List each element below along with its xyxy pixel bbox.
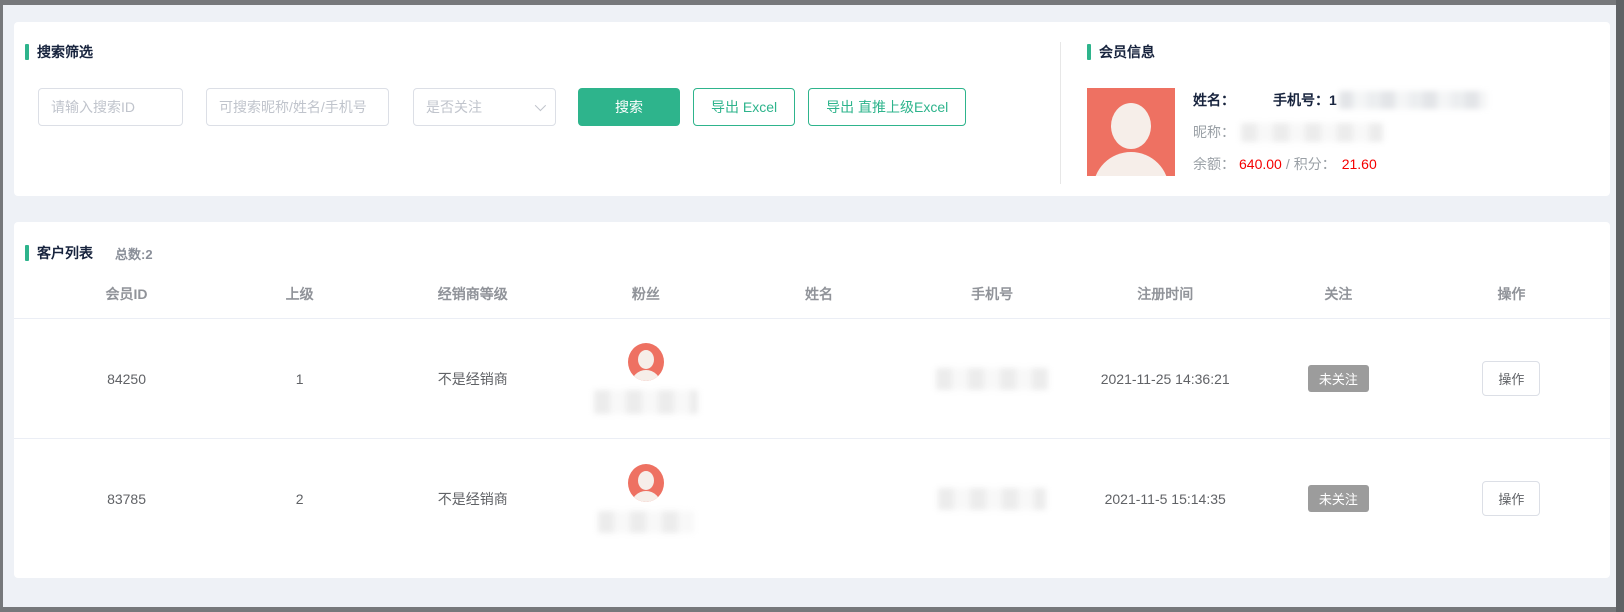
cell-follow: 未关注 <box>1252 485 1425 512</box>
col-header-fans: 粉丝 <box>559 284 732 304</box>
member-info-title-text: 会员信息 <box>1099 42 1155 62</box>
follow-status-select[interactable]: 是否关注 <box>413 88 556 126</box>
member-points-value: 21.60 <box>1342 156 1377 172</box>
cell-register-time: 2021-11-25 14:36:21 <box>1079 371 1252 387</box>
row-action-button[interactable]: 操作 <box>1482 481 1540 516</box>
follow-status-badge[interactable]: 未关注 <box>1308 365 1369 392</box>
col-header-register-time: 注册时间 <box>1079 284 1252 304</box>
cell-follow: 未关注 <box>1252 365 1425 392</box>
chevron-down-icon <box>535 100 546 111</box>
customer-list-title: 客户列表 总数:2 <box>25 243 153 263</box>
censored-fan-nickname <box>594 390 698 414</box>
cell-member-id: 83785 <box>40 491 213 507</box>
search-filter-title: 搜索筛选 <box>25 42 1030 62</box>
cell-fans <box>559 343 732 414</box>
col-header-action: 操作 <box>1425 284 1598 304</box>
member-name-phone-line: 姓名： 手机号： 1 <box>1193 90 1487 110</box>
member-phone-prefix: 1 <box>1329 92 1337 108</box>
page-background: 搜索筛选 是否关注 搜索 导出 Excel 导出 直推上级Excel 会员信息 <box>3 5 1616 607</box>
table-row: 83785 2 不是经销商 2021-11-5 15:14:35 未关注 <box>14 438 1610 558</box>
cell-fans <box>559 464 732 533</box>
window-right-edge <box>1616 0 1624 612</box>
search-button[interactable]: 搜索 <box>578 88 680 126</box>
title-accent-bar <box>25 245 29 261</box>
cell-phone <box>906 368 1079 390</box>
member-balance-label: 余额： <box>1193 154 1235 174</box>
customer-list-total: 总数:2 <box>115 244 153 263</box>
cell-register-time: 2021-11-5 15:14:35 <box>1079 491 1252 507</box>
member-balance-line: 余额： 640.00 / 积分： 21.60 <box>1193 154 1487 174</box>
search-member-card: 搜索筛选 是否关注 搜索 导出 Excel 导出 直推上级Excel 会员信息 <box>14 22 1610 196</box>
fan-avatar <box>628 464 664 502</box>
member-avatar <box>1087 88 1175 176</box>
fan-avatar <box>628 343 664 381</box>
export-excel-button[interactable]: 导出 Excel <box>693 88 795 126</box>
search-filter-section: 搜索筛选 <box>25 42 1030 62</box>
table-header-row: 会员ID 上级 经销商等级 粉丝 姓名 手机号 注册时间 关注 操作 <box>14 270 1610 318</box>
row-action-button[interactable]: 操作 <box>1482 361 1540 396</box>
follow-status-badge[interactable]: 未关注 <box>1308 485 1369 512</box>
balance-points-separator: / <box>1286 156 1290 172</box>
title-accent-bar <box>25 44 29 60</box>
member-nickname-line: 昵称： <box>1193 122 1487 142</box>
col-header-follow: 关注 <box>1252 284 1425 304</box>
col-header-upline: 上级 <box>213 284 386 304</box>
member-balance-value: 640.00 <box>1239 156 1282 172</box>
member-nickname-label: 昵称： <box>1193 122 1235 142</box>
col-header-phone: 手机号 <box>906 284 1079 304</box>
member-phone-label: 手机号： <box>1273 90 1329 110</box>
member-points-label: 积分： <box>1294 154 1336 174</box>
search-keyword-input[interactable] <box>206 88 389 126</box>
cell-action: 操作 <box>1425 361 1598 396</box>
censored-phone <box>938 488 1046 510</box>
cell-member-id: 84250 <box>40 371 213 387</box>
member-info-section: 会员信息 姓名： 手机号： 1 昵称： <box>1060 42 1610 184</box>
censored-phone <box>936 368 1048 390</box>
cell-upline: 2 <box>213 491 386 507</box>
col-header-member-id: 会员ID <box>40 284 213 304</box>
customer-table: 会员ID 上级 经销商等级 粉丝 姓名 手机号 注册时间 关注 操作 84250… <box>14 270 1610 558</box>
cell-upline: 1 <box>213 371 386 387</box>
member-name-label: 姓名： <box>1193 90 1235 110</box>
search-controls: 是否关注 搜索 导出 Excel 导出 直推上级Excel <box>38 88 979 126</box>
cell-phone <box>906 488 1079 510</box>
censored-member-phone <box>1339 91 1487 109</box>
cell-dealer-level: 不是经销商 <box>386 489 559 509</box>
title-accent-bar <box>1087 44 1091 60</box>
col-header-dealer-level: 经销商等级 <box>386 284 559 304</box>
customer-list-card: 客户列表 总数:2 会员ID 上级 经销商等级 粉丝 姓名 手机号 注册时间 关… <box>14 222 1610 578</box>
cell-dealer-level: 不是经销商 <box>386 369 559 389</box>
censored-member-nickname <box>1241 123 1383 142</box>
follow-status-select-value: 是否关注 <box>426 97 482 117</box>
censored-fan-nickname <box>598 511 694 533</box>
window-frame: 搜索筛选 是否关注 搜索 导出 Excel 导出 直推上级Excel 会员信息 <box>0 0 1624 612</box>
search-id-input[interactable] <box>38 88 183 126</box>
search-filter-title-text: 搜索筛选 <box>37 42 93 62</box>
export-upline-excel-button[interactable]: 导出 直推上级Excel <box>808 88 966 126</box>
customer-list-title-text: 客户列表 <box>37 243 93 263</box>
table-row: 84250 1 不是经销商 2021-11-25 14:36:21 未关注 <box>14 318 1610 438</box>
member-info-title: 会员信息 <box>1087 42 1610 62</box>
cell-action: 操作 <box>1425 481 1598 516</box>
col-header-name: 姓名 <box>732 284 905 304</box>
